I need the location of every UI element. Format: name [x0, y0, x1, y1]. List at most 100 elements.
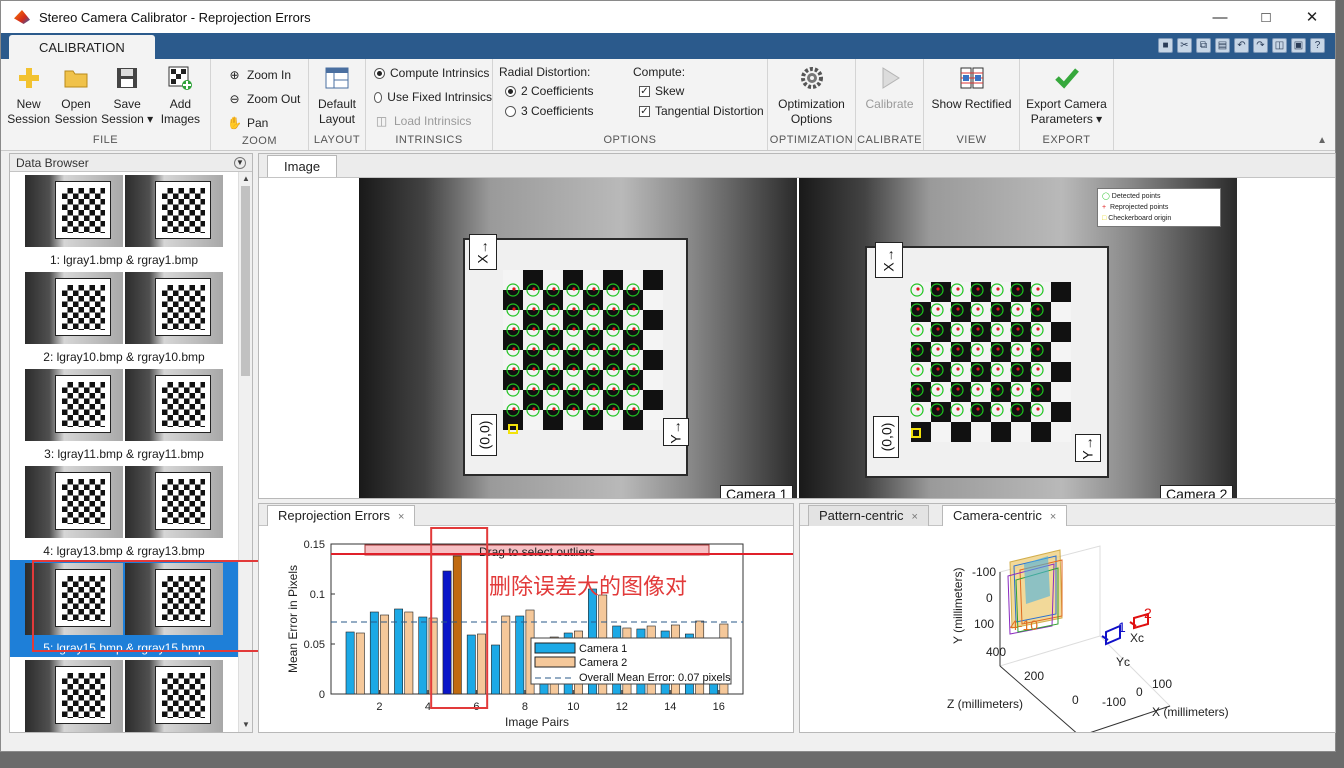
scrollbar-thumb[interactable] [241, 186, 250, 376]
calibrate-button[interactable]: Calibrate [860, 61, 919, 134]
add-images-button[interactable]: Add Images [155, 61, 206, 134]
group-label-file: FILE [92, 134, 119, 146]
left-thumbnail [25, 272, 123, 344]
maximize-button[interactable]: □ [1243, 1, 1289, 33]
bar-camera1[interactable] [466, 634, 476, 695]
copy-icon[interactable]: ⧉ [1196, 38, 1211, 53]
reprojected-point-marker [572, 347, 576, 351]
pan-button[interactable]: ✋ Pan [227, 111, 308, 135]
list-item[interactable]: 4: lgray13.bmp & rgray13.bmp [10, 463, 238, 560]
reprojected-point-marker [592, 407, 596, 411]
right-thumbnail [125, 466, 223, 538]
play-icon [877, 65, 903, 91]
cluster-label: 4-10 [1010, 617, 1038, 633]
reprojected-point-marker [956, 367, 960, 371]
tab-pattern-centric[interactable]: Pattern-centric × [808, 505, 929, 526]
reprojected-point-marker [552, 287, 556, 291]
minimize-button[interactable]: — [1197, 1, 1243, 33]
reprojected-point-marker [996, 367, 1000, 371]
folder-icon [63, 65, 89, 91]
list-item[interactable]: 2: lgray10.bmp & rgray10.bmp [10, 269, 238, 366]
bar-camera2[interactable] [355, 632, 365, 695]
reprojected-point-marker [632, 347, 636, 351]
close-button[interactable]: ✕ [1289, 1, 1335, 33]
origin-label: (0,0) [873, 416, 899, 458]
compute-intrinsics-radio-dot [374, 67, 385, 79]
z-tick: 0 [1072, 693, 1079, 707]
save-icon[interactable]: ■ [1158, 38, 1173, 53]
reprojection-error-chart[interactable]: 00.050.10.152 4 6 8 10 12 14 16Drag to select o… [259, 526, 793, 732]
show-rectified-button[interactable]: Show Rectified [928, 61, 1015, 134]
tangential-checkbox[interactable]: ✓ Tangential Distortion [633, 101, 764, 121]
scroll-down-icon[interactable]: ▼ [239, 718, 253, 732]
camera1-label: Camera 1 [720, 485, 794, 498]
close-tab-icon[interactable]: × [912, 511, 918, 523]
origin-marker [911, 428, 921, 438]
camera1-points [506, 283, 640, 417]
cut-icon[interactable]: ✂ [1177, 38, 1192, 53]
use-fixed-intrinsics-radio[interactable]: Use Fixed Intrinsics [374, 85, 492, 109]
tab-camera-centric[interactable]: Camera-centric × [942, 505, 1068, 526]
reprojected-point-marker [936, 407, 940, 411]
zoom-in-button[interactable]: ⊕ Zoom In [227, 63, 308, 87]
reprojected-point-marker [552, 307, 556, 311]
switch-windows-icon[interactable]: ◫ [1272, 38, 1287, 53]
reprojected-point-marker [1036, 407, 1040, 411]
reprojected-point-marker [532, 287, 536, 291]
left-thumbnail [25, 369, 123, 441]
save-session-label-2: Session ▾ [101, 112, 154, 126]
bar-camera2[interactable] [477, 633, 486, 695]
yc-axis-label: Yc [1116, 655, 1130, 669]
close-tab-icon[interactable]: × [1050, 511, 1056, 523]
bar-camera1[interactable] [345, 631, 355, 695]
undo-icon[interactable]: ↶ [1234, 38, 1249, 53]
tab-calibration[interactable]: CALIBRATION [9, 35, 155, 59]
bar-camera2[interactable] [452, 555, 462, 695]
default-layout-button[interactable]: Default Layout [313, 61, 361, 134]
scroll-up-icon[interactable]: ▲ [239, 172, 253, 186]
tab-reprojection-errors[interactable]: Reprojection Errors × [267, 505, 416, 526]
list-item[interactable]: 3: lgray11.bmp & rgray11.bmp [10, 366, 238, 463]
bar-camera2[interactable] [404, 611, 414, 695]
reprojected-point-marker [572, 407, 576, 411]
bar-camera1[interactable] [491, 644, 500, 695]
list-item[interactable] [10, 657, 238, 732]
reprojected-point-marker [572, 387, 576, 391]
chevron-down-icon[interactable]: ▼ [234, 156, 246, 169]
camera-centric-plot[interactable]: 1 2 Xc Yc 4-10 -100 0 100 400 200 0 -100… [800, 526, 1335, 732]
tab-image[interactable]: Image [267, 155, 338, 177]
reprojected-point-marker [612, 327, 616, 331]
bar-camera2[interactable] [501, 615, 511, 695]
bar-camera2[interactable] [380, 614, 390, 695]
reprojected-point-marker [572, 307, 576, 311]
window-title: Stereo Camera Calibrator - Reprojection … [39, 9, 311, 25]
compute-intrinsics-radio[interactable]: Compute Intrinsics [374, 61, 492, 85]
reprojected-point-marker [936, 387, 940, 391]
three-coefficients-radio[interactable]: 3 Coefficients [499, 101, 633, 121]
export-camera-parameters-button[interactable]: Export Camera Parameters ▾ [1024, 61, 1109, 134]
legend-detected: Detected points [1111, 193, 1161, 200]
reprojected-point-marker [956, 407, 960, 411]
group-label-options: OPTIONS [603, 134, 657, 146]
collapse-ribbon-icon[interactable]: ▲ [1317, 135, 1327, 146]
optimization-options-button[interactable]: Optimization Options [772, 61, 851, 134]
skew-checkbox[interactable]: ✓ Skew [633, 81, 764, 101]
zoom-out-button[interactable]: ⊖ Zoom Out [227, 87, 308, 111]
y-tick: 100 [974, 617, 994, 631]
bar-camera1[interactable] [515, 615, 525, 695]
bar-camera1[interactable] [442, 570, 452, 695]
help-icon[interactable]: ? [1310, 38, 1325, 53]
layout-icon[interactable]: ▣ [1291, 38, 1306, 53]
open-session-button[interactable]: Open Session [52, 61, 99, 134]
two-coefficients-radio[interactable]: 2 Coefficients [499, 81, 633, 101]
list-item[interactable]: 1: lgray1.bmp & rgray1.bmp [10, 172, 238, 269]
checkmark-icon [1054, 65, 1080, 91]
bar-camera1[interactable] [418, 616, 428, 695]
redo-icon[interactable]: ↷ [1253, 38, 1268, 53]
load-intrinsics-button[interactable]: ◫ Load Intrinsics [374, 109, 492, 133]
save-session-button[interactable]: Save Session ▾ [100, 61, 155, 134]
bar-camera1[interactable] [369, 611, 379, 695]
paste-icon[interactable]: ▤ [1215, 38, 1230, 53]
new-session-button[interactable]: New Session [5, 61, 52, 134]
close-tab-icon[interactable]: × [398, 511, 404, 523]
